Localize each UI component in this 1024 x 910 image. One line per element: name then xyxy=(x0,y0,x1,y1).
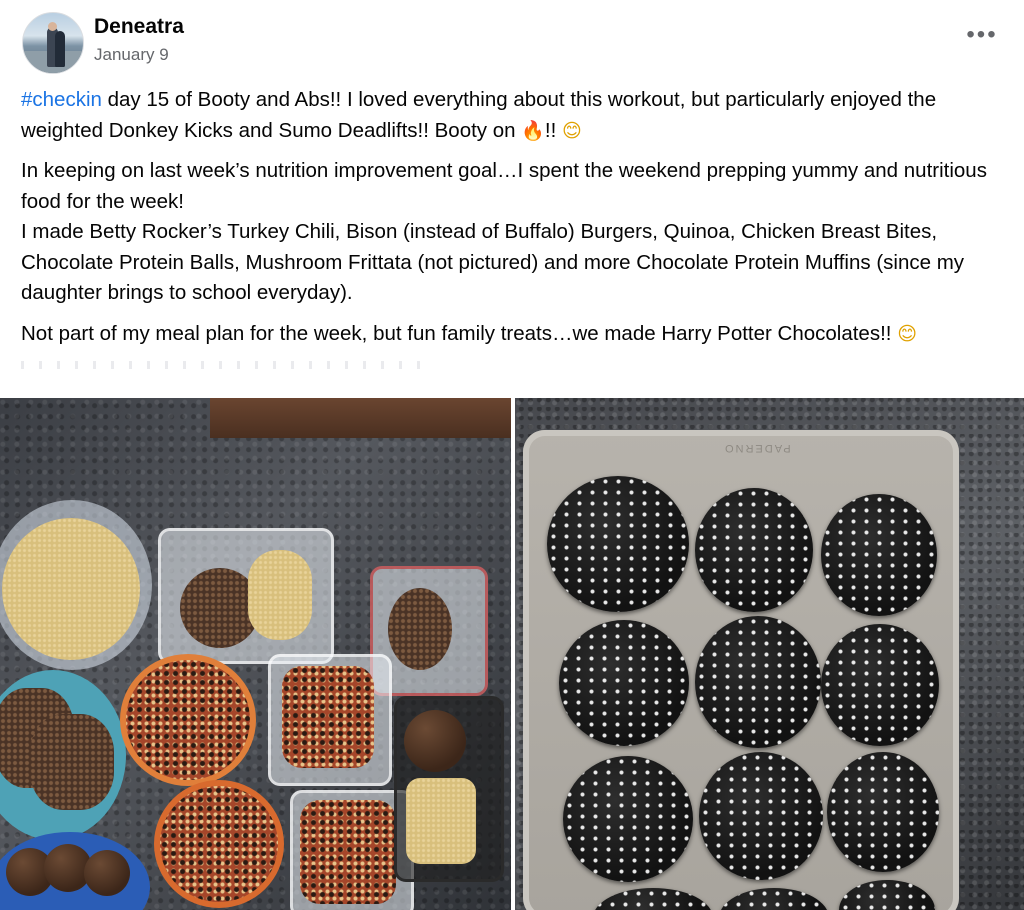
chocolate-muffin xyxy=(719,888,829,910)
quinoa-bowl xyxy=(2,518,140,660)
meal-prep-photo[interactable] xyxy=(0,398,511,910)
post-date[interactable]: January 9 xyxy=(94,45,169,65)
chocolate-muffin xyxy=(839,880,935,910)
chili-bowl xyxy=(160,786,278,902)
post-text: #checkin day 15 of Booty and Abs!! I lov… xyxy=(21,85,1006,390)
fire-emoji-icon: 🔥 xyxy=(521,119,545,142)
chili-bowl xyxy=(126,660,250,780)
post-paragraph-3: Not part of my meal plan for the week, b… xyxy=(21,319,1006,380)
muffin-tray: PADERNO xyxy=(523,430,959,910)
protein-ball xyxy=(404,710,466,772)
protein-ball xyxy=(84,850,130,896)
chocolate-muffin xyxy=(695,616,821,748)
tray-brand-text: PADERNO xyxy=(723,442,791,454)
chili-portion xyxy=(300,800,396,904)
burger-stack xyxy=(30,714,114,810)
chocolate-muffin xyxy=(563,756,693,882)
quinoa-portion xyxy=(406,778,476,864)
more-options-icon[interactable]: ••• xyxy=(962,20,1002,56)
chicken-bites xyxy=(388,588,452,670)
avatar[interactable] xyxy=(22,12,84,74)
chili-portion xyxy=(282,666,374,768)
smile-emoji-icon: 😊 xyxy=(562,119,582,142)
paragraph-1-text-after: !! xyxy=(544,118,563,142)
chocolate-muffin xyxy=(559,620,689,746)
paragraph-2-line-1: In keeping on last week’s nutrition impr… xyxy=(21,159,987,213)
faded-text-trace xyxy=(21,360,431,369)
paragraph-3-text: Not part of my meal plan for the week, b… xyxy=(21,321,898,345)
chocolate-muffin xyxy=(827,752,939,872)
muffin-tray-photo[interactable]: PADERNO xyxy=(515,398,1024,910)
chocolate-muffin xyxy=(593,888,713,910)
chocolate-muffin xyxy=(699,752,823,880)
wood-surface xyxy=(210,398,511,438)
chocolate-muffin xyxy=(821,494,937,616)
paragraph-2-line-2: I made Betty Rocker’s Turkey Chili, Biso… xyxy=(21,220,965,304)
paragraph-1-text: day 15 of Booty and Abs!! I loved everyt… xyxy=(21,88,937,142)
chocolate-muffin xyxy=(695,488,813,612)
author-name[interactable]: Deneatra xyxy=(94,15,184,39)
chocolate-muffin xyxy=(547,476,689,612)
chocolate-muffin xyxy=(821,624,939,746)
hashtag-link[interactable]: #checkin xyxy=(21,88,102,111)
smile-emoji-icon: 😊 xyxy=(897,322,917,345)
quinoa-side xyxy=(248,550,312,640)
post-paragraph-1: #checkin day 15 of Booty and Abs!! I lov… xyxy=(21,85,1006,146)
post-header: Deneatra January 9 ••• xyxy=(22,12,1002,74)
post-paragraph-2: In keeping on last week’s nutrition impr… xyxy=(21,156,1006,309)
